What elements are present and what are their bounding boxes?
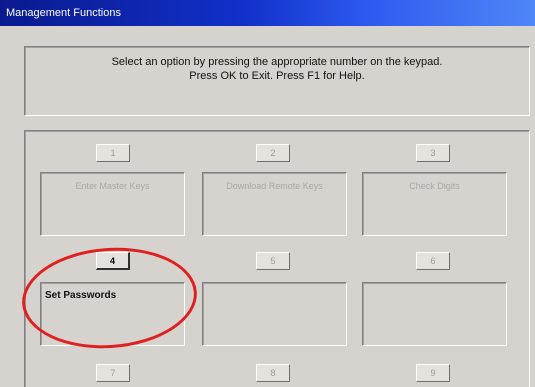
option-5-label-box xyxy=(202,282,347,346)
option-5-button[interactable]: 5 xyxy=(256,252,290,270)
option-1-label: Enter Master Keys xyxy=(75,181,150,191)
option-8-button[interactable]: 8 xyxy=(256,364,290,382)
window-title: Management Functions xyxy=(6,7,121,19)
instructions-panel: Select an option by pressing the appropr… xyxy=(24,46,530,116)
option-3-label-box: Check Digits xyxy=(362,172,507,236)
option-1-label-box: Enter Master Keys xyxy=(40,172,185,236)
option-2-label: Download Remote Keys xyxy=(226,181,323,191)
option-4-label: Set Passwords xyxy=(45,290,117,301)
option-6-label-box xyxy=(362,282,507,346)
option-4-button[interactable]: 4 xyxy=(96,252,130,270)
option-3-label: Check Digits xyxy=(409,181,460,191)
option-2-label-box: Download Remote Keys xyxy=(202,172,347,236)
option-4-label-box: Set Passwords xyxy=(40,282,185,346)
option-9-button[interactable]: 9 xyxy=(416,364,450,382)
option-1-button[interactable]: 1 xyxy=(96,144,130,162)
instructions-line-2: Press OK to Exit. Press F1 for Help. xyxy=(189,70,365,82)
option-6-button[interactable]: 6 xyxy=(416,252,450,270)
option-3-button[interactable]: 3 xyxy=(416,144,450,162)
option-7-button[interactable]: 7 xyxy=(96,364,130,382)
instructions-line-1: Select an option by pressing the appropr… xyxy=(111,56,443,68)
title-bar: Management Functions xyxy=(0,0,535,26)
management-functions-window: Management Functions Select an option by… xyxy=(0,0,535,387)
option-2-button[interactable]: 2 xyxy=(256,144,290,162)
